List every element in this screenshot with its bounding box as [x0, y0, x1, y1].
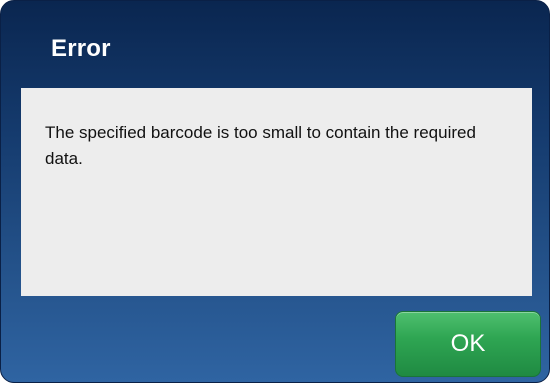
error-dialog: Error The specified barcode is too small…: [0, 0, 550, 383]
dialog-title: Error: [51, 35, 111, 62]
error-message: The specified barcode is too small to co…: [45, 123, 476, 168]
message-panel: The specified barcode is too small to co…: [21, 88, 532, 296]
ok-button[interactable]: OK: [395, 311, 541, 377]
